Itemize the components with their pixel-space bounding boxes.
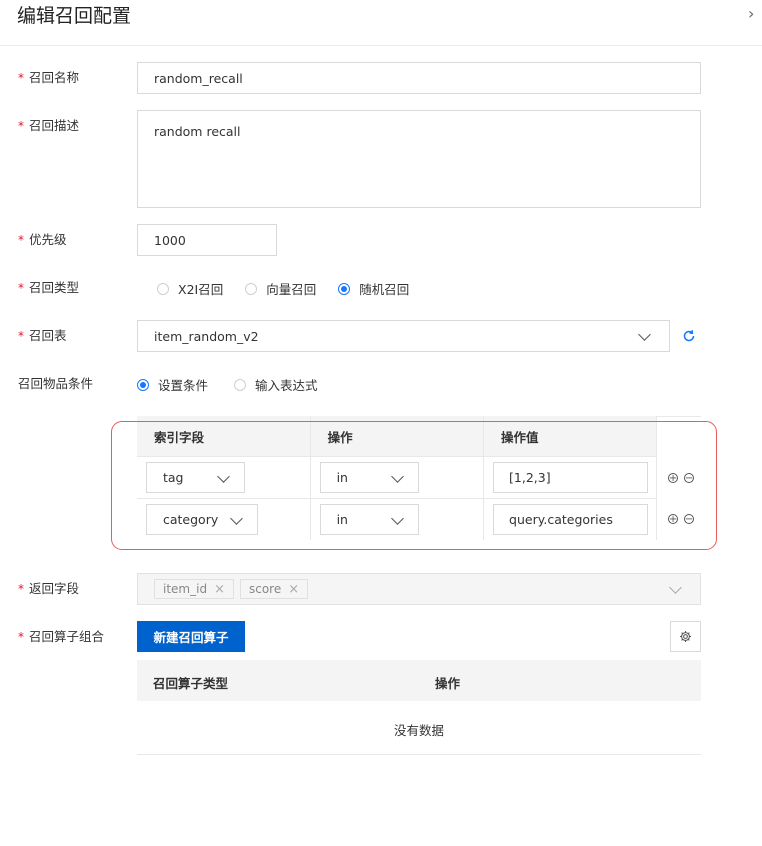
conditions-label: 召回物品条件 — [18, 376, 94, 391]
name-input-value: random_recall — [154, 70, 243, 86]
refresh-icon[interactable] — [682, 329, 696, 343]
required-mark: * — [18, 630, 24, 644]
return-fields-label: * 返回字段 — [18, 581, 80, 596]
empty-text: 没有数据 — [393, 723, 444, 738]
description-label: * 召回描述 — [18, 118, 80, 133]
required-mark: * — [18, 233, 24, 247]
column-header: 操作 — [435, 676, 461, 691]
header-divider — [0, 45, 762, 46]
radio-circle-icon — [245, 282, 258, 295]
priority-input[interactable]: 1000 — [137, 224, 277, 256]
radio-circle-icon — [234, 378, 247, 391]
operators-table-empty: 没有数据 — [137, 701, 701, 755]
description-textarea[interactable]: random recall — [137, 110, 701, 208]
priority-label: * 优先级 — [18, 232, 67, 247]
radio-set-condition[interactable]: 设置条件 — [137, 375, 208, 394]
close-icon[interactable]: × — [288, 582, 299, 597]
radio-random[interactable]: 随机召回 — [338, 279, 409, 298]
radio-checked-icon — [137, 378, 149, 391]
chevron-down-icon — [669, 581, 682, 594]
operators-table-header: 召回算子类型 操作 — [137, 660, 701, 701]
table-label: * 召回表 — [18, 328, 67, 343]
priority-value: 1000 — [154, 232, 186, 248]
radio-x2i[interactable]: X2I召回 — [157, 279, 223, 298]
radio-vector[interactable]: 向量召回 — [245, 279, 316, 298]
required-mark: * — [18, 329, 24, 343]
required-mark: * — [18, 71, 24, 85]
radio-input-expression[interactable]: 输入表达式 — [234, 375, 318, 394]
close-icon[interactable]: › — [748, 4, 754, 24]
column-header: 召回算子类型 — [153, 676, 229, 691]
name-input[interactable]: random_recall — [137, 62, 701, 94]
return-fields-select[interactable]: item_id × score × — [137, 573, 701, 605]
chevron-down-icon — [638, 328, 651, 341]
settings-button[interactable] — [670, 621, 701, 652]
operators-label: * 召回算子组合 — [18, 629, 105, 644]
type-radio-group: X2I召回 向量召回 随机召回 — [157, 279, 431, 298]
dialog-title: 编辑召回配置 — [17, 5, 132, 27]
radio-checked-icon — [338, 282, 351, 295]
table-select-value: item_random_v2 — [154, 328, 259, 344]
radio-circle-icon — [157, 282, 169, 295]
required-mark: * — [18, 281, 24, 295]
new-operator-button[interactable]: 新建召回算子 — [137, 621, 245, 652]
tag-chip: score × — [239, 579, 309, 599]
close-icon[interactable]: × — [214, 582, 225, 597]
required-mark: * — [18, 119, 24, 133]
table-select[interactable]: item_random_v2 — [137, 320, 670, 352]
gear-icon — [679, 630, 692, 643]
tag-chip: item_id × — [154, 579, 234, 599]
highlight-box — [111, 421, 717, 550]
description-value: random recall — [154, 124, 241, 139]
required-mark: * — [18, 582, 24, 596]
name-label: * 召回名称 — [18, 70, 80, 85]
type-label: * 召回类型 — [18, 280, 80, 295]
conditions-mode-group: 设置条件 输入表达式 — [137, 375, 340, 394]
